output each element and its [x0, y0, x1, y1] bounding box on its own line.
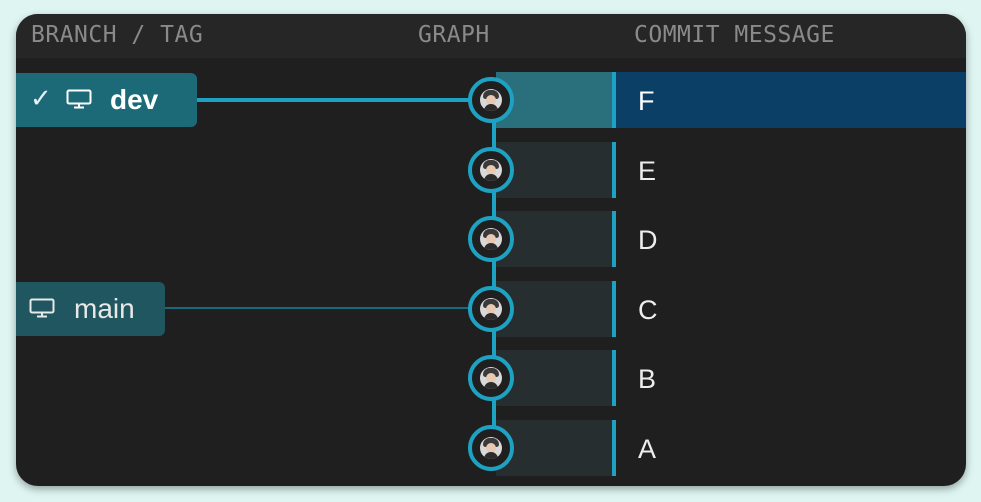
- commit-message: D: [638, 225, 658, 255]
- branch-connector-dev: [197, 98, 472, 102]
- checkmark-icon: ✓: [30, 83, 52, 113]
- commit-message: B: [638, 364, 657, 394]
- commit-message: F: [638, 86, 655, 116]
- author-avatar: [480, 89, 502, 111]
- commit-message-cell: [616, 72, 966, 128]
- monitor-icon: [66, 89, 92, 109]
- commit-graph-panel: BRANCH / TAG GRAPH COMMIT MESSAGE F E D …: [16, 14, 966, 486]
- commit-message: A: [638, 434, 657, 464]
- commit-message: C: [638, 295, 658, 325]
- column-header-graph: GRAPH: [418, 22, 490, 48]
- commit-message-cell: [616, 420, 966, 476]
- branch-label-main[interactable]: main: [16, 282, 165, 336]
- commit-message-cell: [616, 211, 966, 267]
- commit-node[interactable]: [468, 77, 514, 123]
- branch-connector-main: [165, 307, 472, 309]
- commit-message-cell: [616, 281, 966, 337]
- commit-node[interactable]: [468, 216, 514, 262]
- author-avatar: [480, 367, 502, 389]
- branch-label-dev[interactable]: ✓ dev: [16, 73, 197, 127]
- monitor-icon: [29, 298, 55, 318]
- column-header-commit-message: COMMIT MESSAGE: [634, 22, 835, 48]
- branch-name: dev: [110, 84, 159, 115]
- author-avatar: [480, 159, 502, 181]
- author-avatar: [480, 228, 502, 250]
- commit-node[interactable]: [468, 147, 514, 193]
- commit-message-cell: [616, 142, 966, 198]
- commit-message: E: [638, 156, 657, 186]
- author-avatar: [480, 298, 502, 320]
- commit-message-cell: [616, 350, 966, 406]
- column-header-bar: BRANCH / TAG GRAPH COMMIT MESSAGE: [16, 14, 966, 58]
- commit-node[interactable]: [468, 355, 514, 401]
- commit-node[interactable]: [468, 286, 514, 332]
- commit-node[interactable]: [468, 425, 514, 471]
- author-avatar: [480, 437, 502, 459]
- branch-name: main: [74, 293, 135, 324]
- column-header-branch-tag: BRANCH / TAG: [31, 22, 204, 48]
